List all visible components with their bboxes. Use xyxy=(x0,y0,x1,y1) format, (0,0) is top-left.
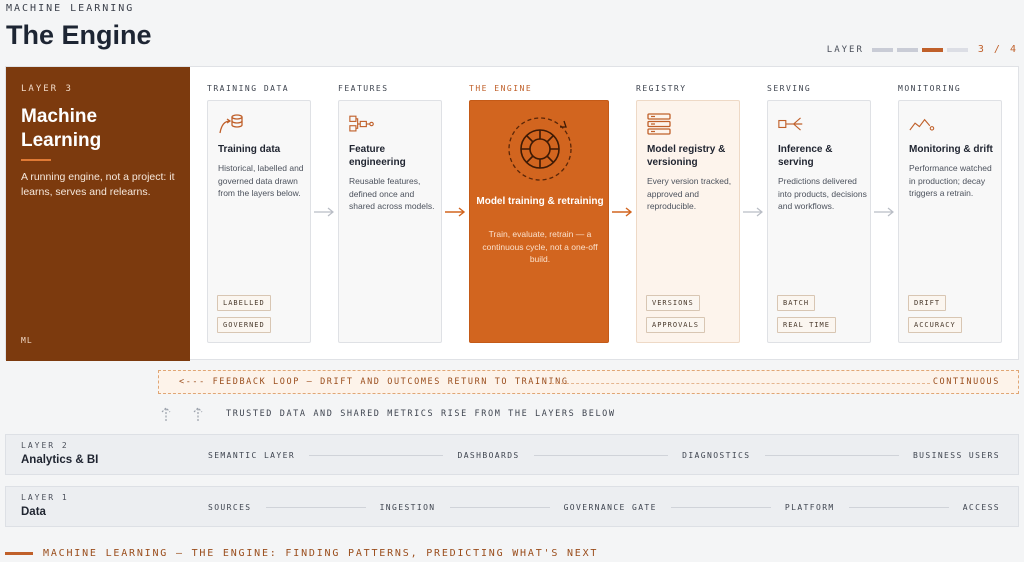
chip-drift: DRIFT xyxy=(908,295,947,311)
separator xyxy=(670,507,771,508)
layer1-items: SOURCES INGESTION GOVERNANCE GATE PLATFO… xyxy=(208,487,1000,528)
layer1-item: SOURCES xyxy=(208,503,252,512)
eyebrow: MACHINE LEARNING xyxy=(6,3,135,14)
stage-description: Predictions delivered into products, dec… xyxy=(778,176,867,211)
layer3-tag: LAYER 3 xyxy=(21,84,73,94)
stage-card-monitoring[interactable]: Monitoring & drift Performance watched i… xyxy=(898,100,1002,343)
chip-governed: GOVERNED xyxy=(217,317,271,333)
layer-segment-2 xyxy=(896,47,918,52)
stage-title: Feature engineering xyxy=(349,144,406,168)
layer2-row[interactable]: LAYER 2 Analytics & BI SEMANTIC LAYER DA… xyxy=(5,434,1019,475)
registry-icon xyxy=(647,113,671,135)
layer1-item: PLATFORM xyxy=(784,503,835,512)
layer3-name: Machine Learning xyxy=(21,106,102,151)
chip-group: LABELLED GOVERNED xyxy=(217,295,271,333)
flow-arrow-icon xyxy=(612,207,633,217)
footer-bar xyxy=(5,552,33,555)
layer1-item: INGESTION xyxy=(379,503,436,512)
layer2-tag: LAYER 2 xyxy=(21,441,69,450)
separator xyxy=(265,507,366,508)
layer2-item: SEMANTIC LAYER xyxy=(208,451,296,460)
layer-fraction: 3 / 4 xyxy=(977,44,1018,55)
footer-text: MACHINE LEARNING — THE ENGINE: FINDING P… xyxy=(43,548,599,559)
layer3-code: ML xyxy=(21,336,33,345)
layer1-item: ACCESS xyxy=(962,503,1001,512)
chip-group: BATCH REAL TIME xyxy=(777,295,836,333)
trusted-data-row: TRUSTED DATA AND SHARED METRICS RISE FRO… xyxy=(158,405,616,423)
layer-segment-3 xyxy=(921,47,943,52)
layer1-name: Data xyxy=(21,506,46,518)
flow-arrow-icon xyxy=(743,207,763,217)
layer1-row[interactable]: LAYER 1 Data SOURCES INGESTION GOVERNANC… xyxy=(5,486,1019,527)
chip-batch: BATCH xyxy=(777,295,816,311)
feedback-loop-continuous: CONTINUOUS xyxy=(932,377,1000,387)
stage-head-engine: THE ENGINE xyxy=(469,84,533,93)
chip-approvals: APPROVALS xyxy=(646,317,705,333)
layer-segment-4 xyxy=(946,47,968,52)
layer2-item: BUSINESS USERS xyxy=(912,451,1000,460)
stage-head-monitoring: MONITORING xyxy=(898,84,962,93)
pipeline-panel: LAYER 3 Machine Learning A running engin… xyxy=(5,66,1019,361)
layer1-item: GOVERNANCE GATE xyxy=(563,503,657,512)
flow-arrow-icon xyxy=(445,207,466,217)
chip-real-time: REAL TIME xyxy=(777,317,836,333)
layer1-tag: LAYER 1 xyxy=(21,493,69,502)
layer3-description: A running engine, not a project: it lear… xyxy=(21,171,175,198)
features-icon xyxy=(349,115,374,132)
feedback-loop-text: <--- FEEDBACK LOOP — DRIFT AND OUTCOMES … xyxy=(179,377,569,387)
chip-accuracy: ACCURACY xyxy=(908,317,962,333)
stage-card-registry[interactable]: Model registry & versioning Every versio… xyxy=(636,100,740,343)
stage-card-features[interactable]: Feature engineering Reusable features, d… xyxy=(338,100,442,343)
separator xyxy=(848,507,949,508)
stage-description: Historical, labelled and governed data d… xyxy=(218,163,304,198)
feedback-loop: <--- FEEDBACK LOOP — DRIFT AND OUTCOMES … xyxy=(158,370,1019,394)
stage-description: Reusable features, defined once and shar… xyxy=(349,176,435,211)
stage-description: Every version tracked, approved and repr… xyxy=(647,176,732,211)
stage-card-serving[interactable]: Inference & serving Predictions delivere… xyxy=(767,100,871,343)
separator xyxy=(533,455,669,456)
layer2-item: DASHBOARDS xyxy=(457,451,520,460)
separator xyxy=(449,507,550,508)
stage-head-training-data: TRAINING DATA xyxy=(207,84,290,93)
chip-labelled: LABELLED xyxy=(217,295,271,311)
layer2-name: Analytics & BI xyxy=(21,454,99,466)
separator xyxy=(309,455,444,456)
engine-gear-icon xyxy=(508,117,572,181)
stage-title: Model registry & versioning xyxy=(647,144,726,168)
chip-versions: VERSIONS xyxy=(646,295,700,311)
chip-group: DRIFT ACCURACY xyxy=(908,295,962,333)
chip-group: VERSIONS APPROVALS xyxy=(646,295,705,333)
trusted-data-text: TRUSTED DATA AND SHARED METRICS RISE FRO… xyxy=(226,409,616,419)
layer2-items: SEMANTIC LAYER DASHBOARDS DIAGNOSTICS BU… xyxy=(208,435,1000,476)
stage-card-training-data[interactable]: Training data Historical, labelled and g… xyxy=(207,100,311,343)
stage-description: Performance watched in production; decay… xyxy=(909,163,992,198)
stage-head-registry: REGISTRY xyxy=(636,84,687,93)
stage-card-engine[interactable]: Model training & retraining Train, evalu… xyxy=(469,100,609,343)
layer-segment-1 xyxy=(871,47,893,52)
layer3-panel: LAYER 3 Machine Learning A running engin… xyxy=(6,67,190,361)
layer-indicator: LAYER 3 / 4 xyxy=(827,44,1018,55)
arrow-up-icon xyxy=(161,407,171,421)
layer2-item: DIAGNOSTICS xyxy=(682,451,751,460)
serving-icon xyxy=(778,117,803,131)
layer3-rule xyxy=(21,159,51,161)
arrow-up-icon xyxy=(193,407,203,421)
stage-description: Train, evaluate, retrain — a continuous … xyxy=(482,229,598,264)
stage-head-serving: SERVING xyxy=(767,84,812,93)
monitoring-icon xyxy=(909,118,935,131)
stage-title: Monitoring & drift xyxy=(909,144,993,155)
page-title: The Engine xyxy=(6,20,152,50)
feedback-loop-line xyxy=(551,383,930,384)
footer: MACHINE LEARNING — THE ENGINE: FINDING P… xyxy=(5,548,598,559)
separator xyxy=(764,455,899,456)
stage-title: Model training & retraining xyxy=(476,196,604,207)
training-data-icon xyxy=(219,114,243,134)
flow-arrow-icon xyxy=(874,207,894,217)
flow-arrow-icon xyxy=(314,207,334,217)
layer-indicator-label: LAYER xyxy=(826,44,864,55)
stage-title: Training data xyxy=(218,144,281,155)
stage-title: Inference & serving xyxy=(778,144,833,168)
stage-head-features: FEATURES xyxy=(338,84,389,93)
